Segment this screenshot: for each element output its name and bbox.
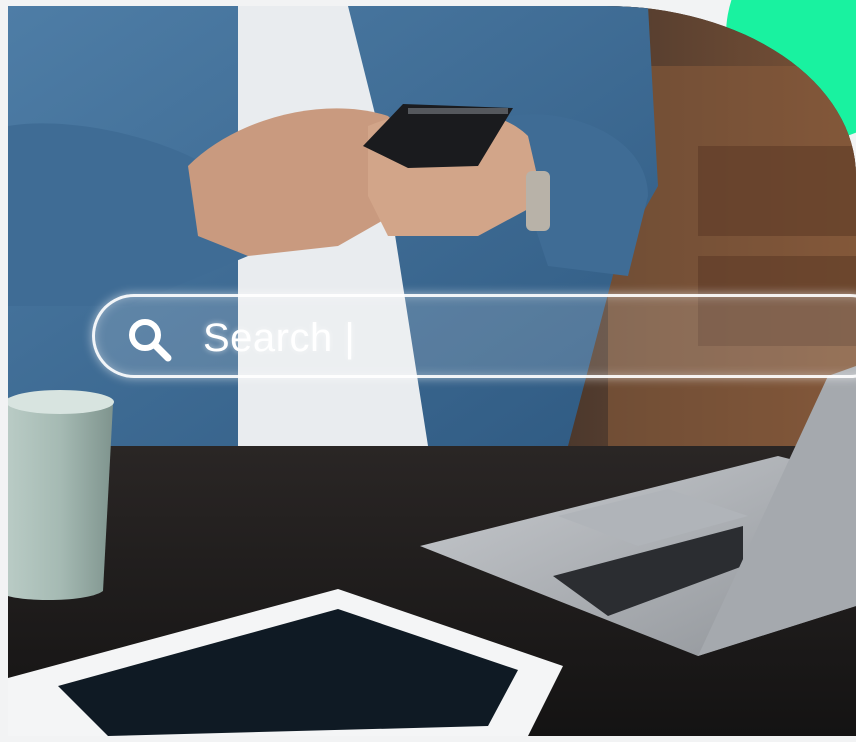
image-frame: Search |	[0, 0, 856, 742]
photo: Search |	[8, 6, 856, 736]
search-text: Search |	[203, 316, 356, 360]
search-bar[interactable]: Search |	[92, 294, 856, 378]
search-icon	[129, 319, 172, 362]
